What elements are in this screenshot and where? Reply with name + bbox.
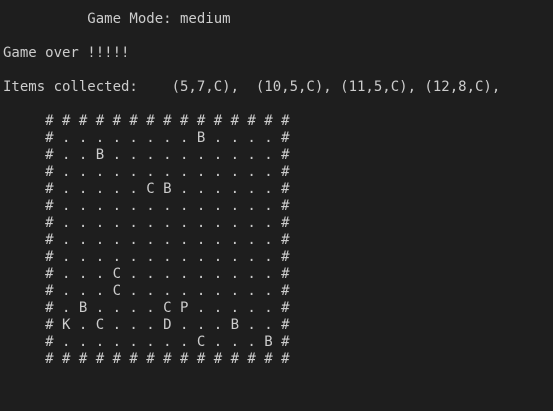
board-row: # K . C . . . D . . . B . . # xyxy=(3,317,290,333)
board-row: # . . . . . C B . . . . . . # xyxy=(3,181,290,197)
board-row: # # # # # # # # # # # # # # # xyxy=(3,351,290,367)
board-row: # . . . . . . . . C . . . B # xyxy=(3,334,290,350)
board-row: # . . . C . . . . . . . . . # xyxy=(3,283,290,299)
board-row: # . . . . . . . . B . . . . # xyxy=(3,130,290,146)
game-over-message: Game over !!!!! xyxy=(3,45,130,61)
board-row: # # # # # # # # # # # # # # # xyxy=(3,113,290,129)
board-row: # . B . . . . C P . . . . . # xyxy=(3,300,290,316)
game-board: # # # # # # # # # # # # # # # # . . . . … xyxy=(3,113,290,368)
board-row: # . . . . . . . . . . . . . # xyxy=(3,232,290,248)
board-row: # . . . C . . . . . . . . . # xyxy=(3,266,290,282)
board-row: # . . . . . . . . . . . . . # xyxy=(3,249,290,265)
board-row: # . . . . . . . . . . . . . # xyxy=(3,198,290,214)
board-row: # . . . . . . . . . . . . . # xyxy=(3,215,290,231)
board-row: # . . . . . . . . . . . . . # xyxy=(3,164,290,180)
items-collected-line: Items collected: (5,7,C), (10,5,C), (11,… xyxy=(3,79,501,95)
board-row: # . . B . . . . . . . . . . # xyxy=(3,147,290,163)
game-mode-line: Game Mode: medium xyxy=(3,11,231,27)
terminal-window[interactable]: Game Mode: medium Game over !!!!! Items … xyxy=(0,0,553,411)
